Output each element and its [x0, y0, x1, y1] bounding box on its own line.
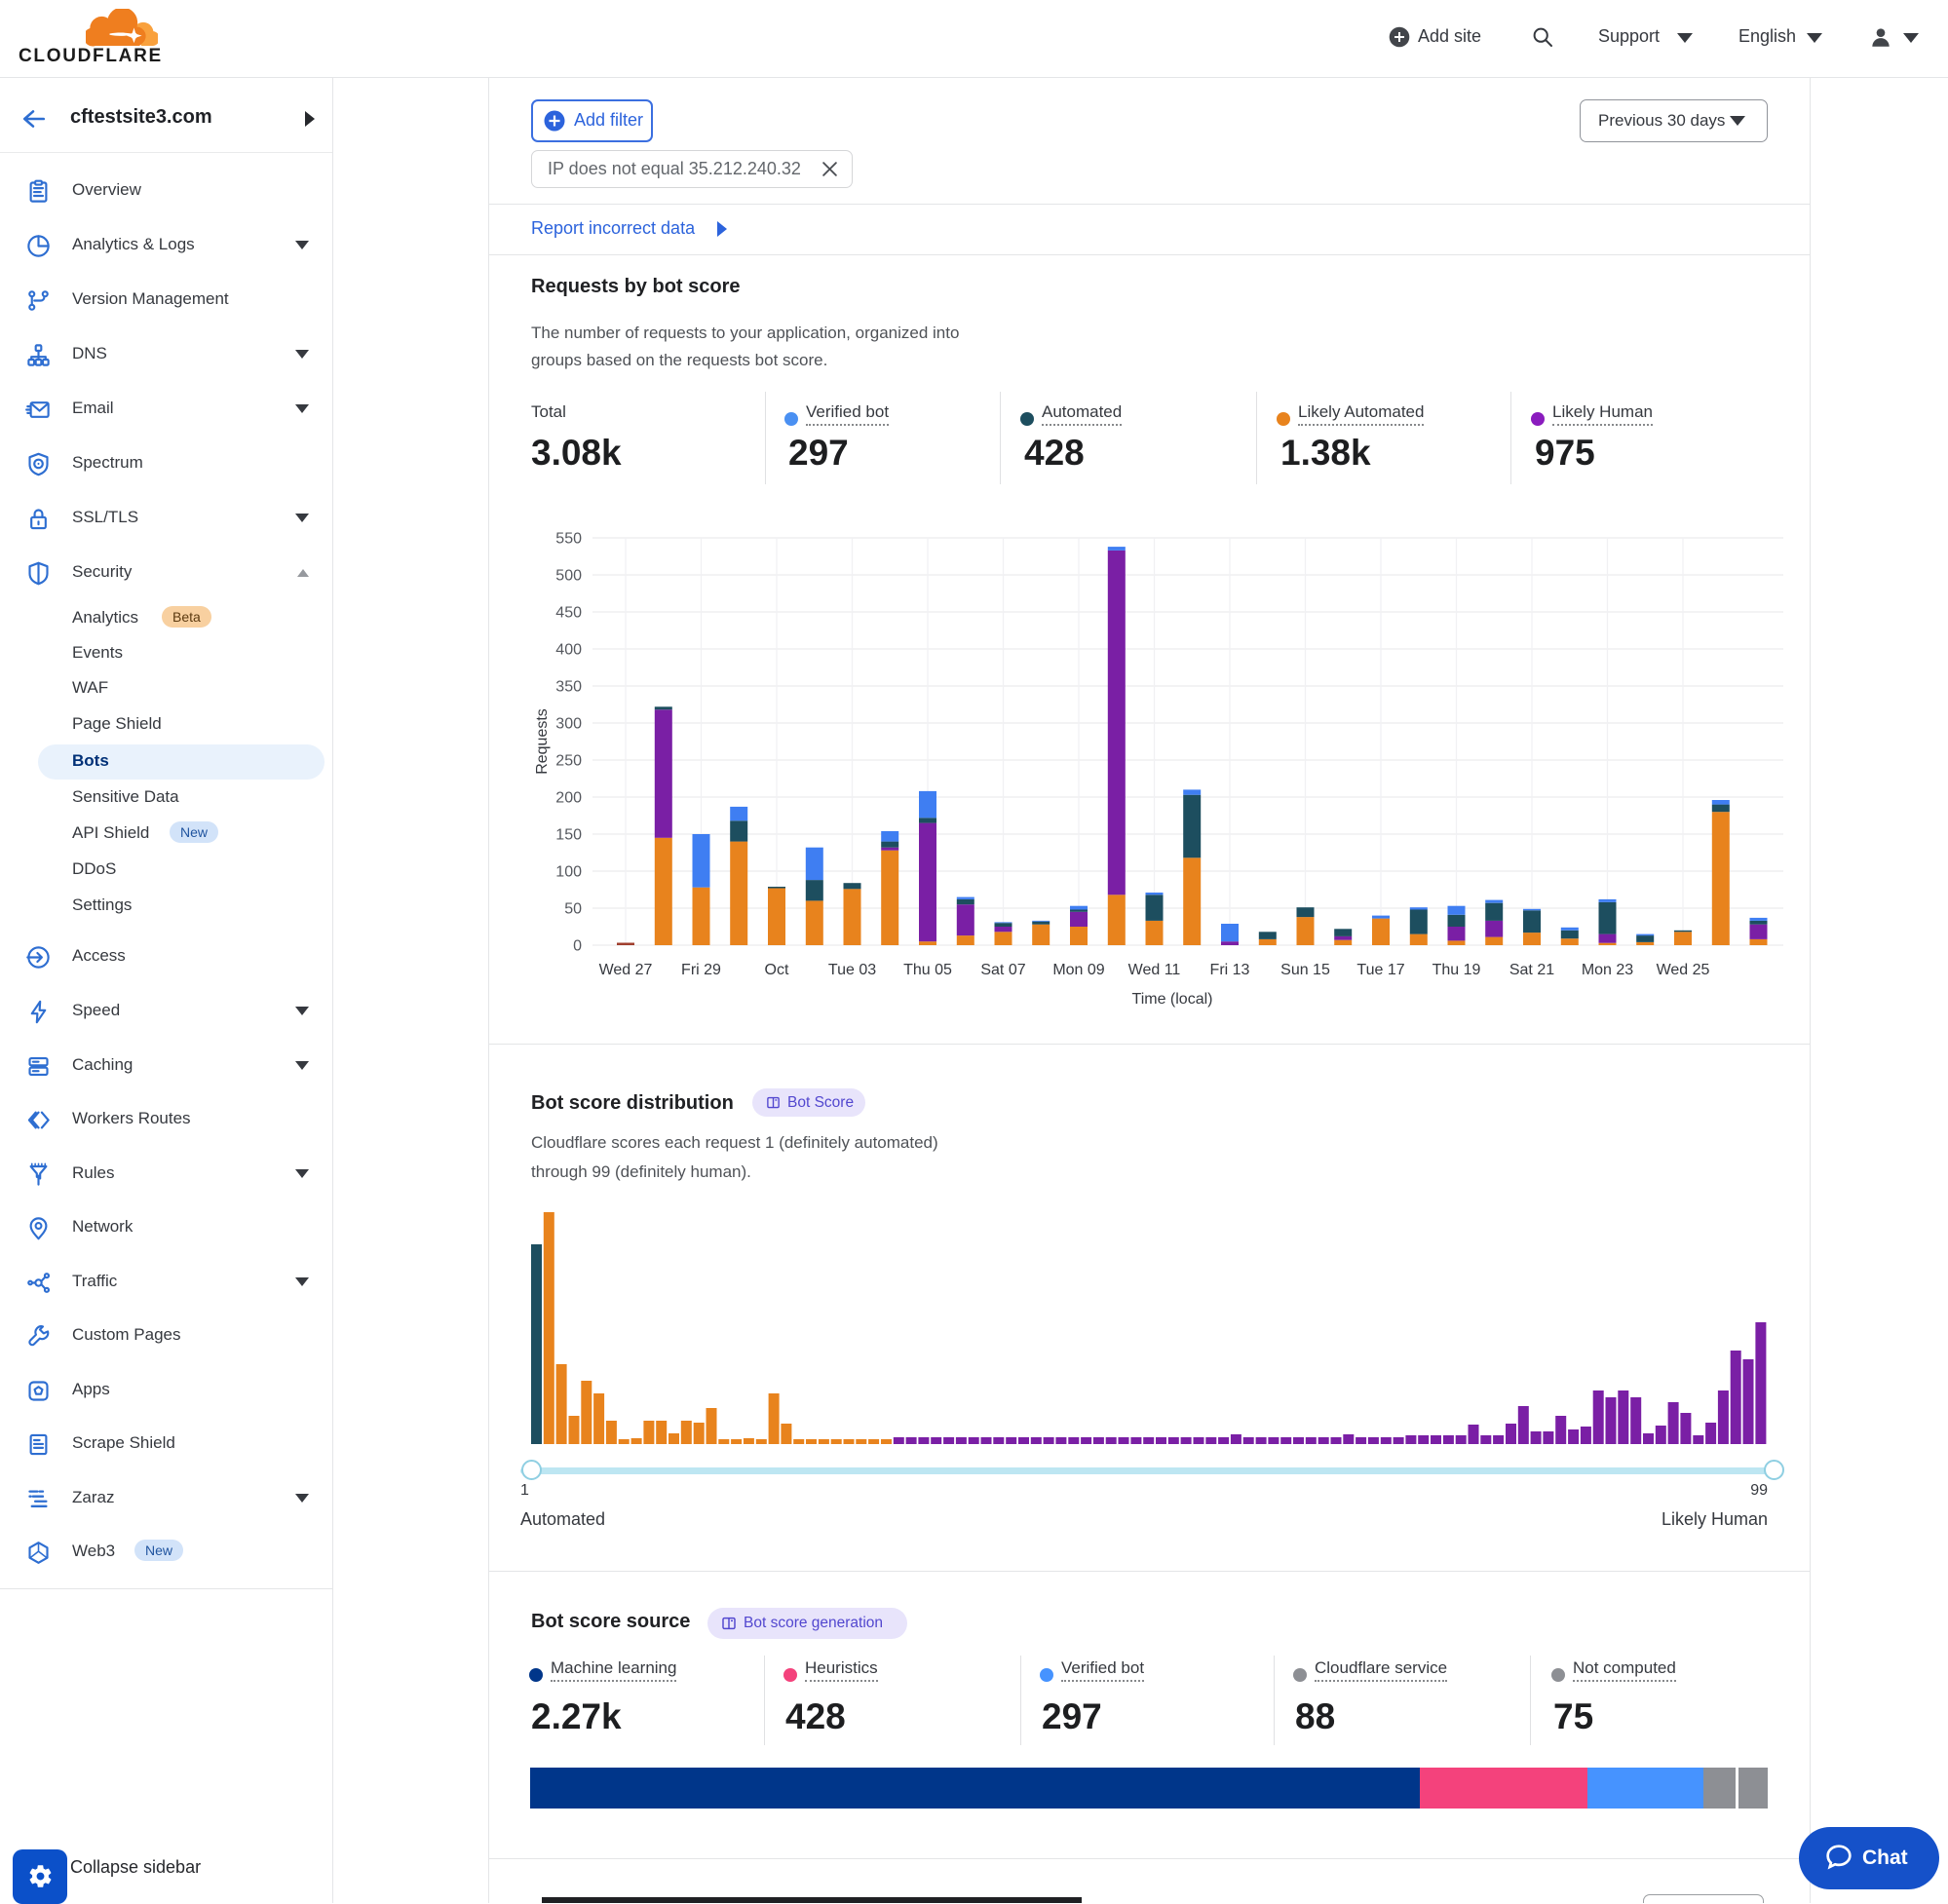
svg-text:Requests: Requests	[534, 708, 551, 775]
svg-text:Tue 17: Tue 17	[1356, 962, 1404, 978]
svg-text:Time (local): Time (local)	[1132, 991, 1213, 1008]
svg-text:Tue 03: Tue 03	[828, 962, 876, 978]
svg-text:100: 100	[555, 864, 582, 881]
svg-text:Wed 11: Wed 11	[1128, 962, 1181, 978]
svg-text:Fri 13: Fri 13	[1210, 962, 1250, 978]
svg-text:300: 300	[555, 716, 582, 733]
svg-text:Oct: Oct	[765, 962, 789, 978]
svg-text:Mon 23: Mon 23	[1582, 962, 1633, 978]
svg-text:Sun 15: Sun 15	[1280, 962, 1330, 978]
svg-text:Fri 29: Fri 29	[681, 962, 721, 978]
svg-text:200: 200	[555, 790, 582, 807]
svg-text:Sat 21: Sat 21	[1509, 962, 1554, 978]
svg-text:150: 150	[555, 827, 582, 844]
svg-text:Mon 09: Mon 09	[1052, 962, 1104, 978]
svg-text:Thu 19: Thu 19	[1432, 962, 1481, 978]
svg-text:250: 250	[555, 753, 582, 770]
svg-text:500: 500	[555, 568, 582, 585]
svg-text:Wed 27: Wed 27	[599, 962, 653, 978]
svg-text:Thu 05: Thu 05	[903, 962, 952, 978]
svg-text:550: 550	[555, 531, 582, 548]
svg-text:350: 350	[555, 679, 582, 696]
svg-text:50: 50	[564, 901, 582, 918]
svg-text:Sat 07: Sat 07	[980, 962, 1025, 978]
svg-text:400: 400	[555, 642, 582, 659]
svg-text:450: 450	[555, 605, 582, 622]
svg-text:Wed 25: Wed 25	[1657, 962, 1710, 978]
svg-text:0: 0	[573, 938, 582, 955]
